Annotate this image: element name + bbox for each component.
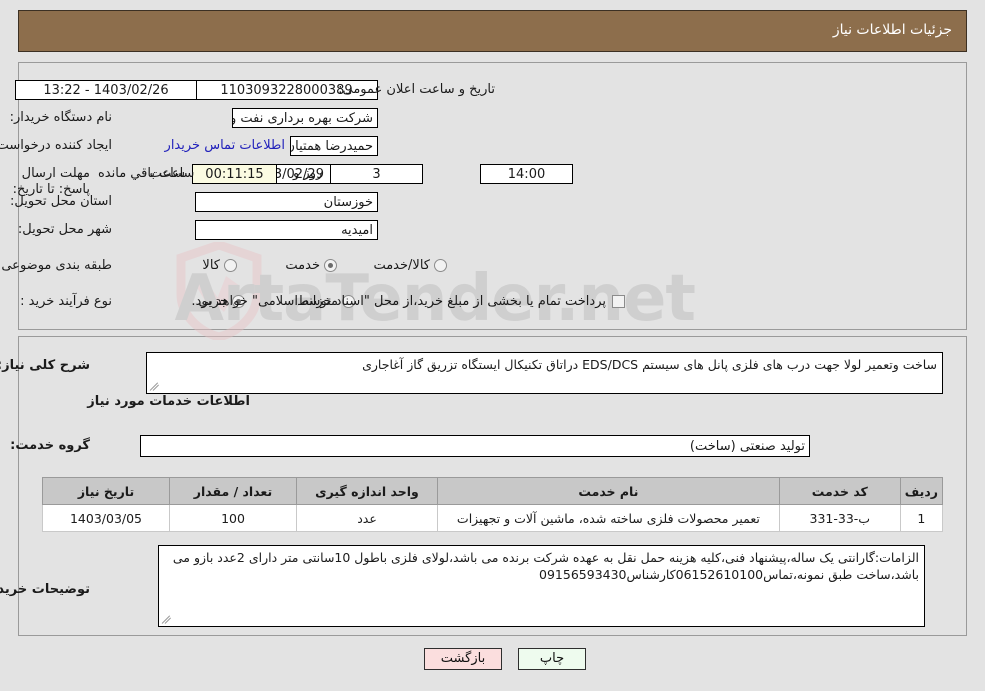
announce-datetime-label: تاریخ و ساعت اعلان عمومی: [338,82,495,97]
classification-option-kala-khedmat[interactable]: کالا/خدمت [373,258,447,273]
process-type-label: نوع فرآیند خرید : [20,294,112,309]
radio-icon[interactable] [224,259,237,272]
column-header-unit: واحد اندازه گیری [296,477,438,505]
service-group-label: گروه خدمت: [10,438,90,453]
column-header-row: ردیف [899,477,944,505]
table-header-row: ردیف کد خدمت نام خدمت واحد اندازه گیری ت… [42,477,944,505]
buyer-notes-textarea[interactable]: الزامات:گارانتی یک ساله،پیشنهاد فنی،کلیه… [158,545,925,627]
buyer-notes-text: الزامات:گارانتی یک ساله،پیشنهاد فنی،کلیه… [172,550,919,582]
classification-option-kala[interactable]: کالا [202,258,237,273]
column-header-qty: تعداد / مقدار [169,477,297,505]
need-info-panel [18,62,967,330]
treasury-docs-checkbox-row[interactable]: پرداخت تمام یا بخشی از مبلغ خرید،از محل … [191,294,625,309]
province-label: استان محل تحویل: [10,194,112,209]
column-header-code: کد خدمت [778,477,901,505]
city-label: شهر محل تحویل: [17,222,112,237]
page-title: جزئیات اطلاعات نیاز [832,22,952,38]
buyer-org-value: شرکت بهره برداری نفت و گاز اغاجاری [232,108,378,128]
table-row: 1 ب-33-331 تعمیر محصولات فلزی ساخته شده،… [42,504,944,532]
page-title-bar: جزئیات اطلاعات نیاز [18,10,967,52]
column-header-name: نام خدمت [437,477,780,505]
radio-icon[interactable] [434,259,447,272]
days-suffix-label: روز و [293,166,323,181]
description-label: شرح کلی نیاز: [0,358,90,373]
cell-qty: 100 [169,504,297,532]
checkbox-icon[interactable] [612,295,625,308]
remaining-time-value: 00:11:15 [192,164,277,184]
treasury-docs-note: پرداخت تمام یا بخشی از مبلغ خرید،از محل … [191,294,606,309]
classification-option-khedmat[interactable]: خدمت [285,258,337,273]
column-header-date: تاریخ نیاز [42,477,170,505]
service-group-value: تولید صنعتی (ساخت) [140,435,810,457]
services-table: ردیف کد خدمت نام خدمت واحد اندازه گیری ت… [42,477,944,532]
announce-datetime-value: 1403/02/26 - 13:22 [15,80,197,100]
classification-option-kala-label: کالا [202,258,220,273]
province-value: خوزستان [195,192,378,212]
description-text: ساخت وتعمیر لولا جهت درب های فلزی پانل ه… [362,357,937,372]
cell-row: 1 [899,504,944,532]
classification-label: طبقه بندی موضوعی: [0,258,112,273]
page-root: ArtaTender.net جزئیات اطلاعات نیاز شماره… [0,0,985,691]
resize-grip-icon[interactable] [161,613,173,625]
cell-code: ب-33-331 [778,504,901,532]
classification-option-kala-khedmat-label: کالا/خدمت [373,258,430,273]
buyer-notes-label: توضیحات خریدار: [0,582,90,597]
buyer-contact-link[interactable]: اطلاعات تماس خریدار [165,138,285,153]
requester-value: حمیدرضا همتیان برنامه ریز ارشد تعمیرات ش… [290,136,378,156]
radio-icon[interactable] [324,259,337,272]
resize-grip-icon[interactable] [149,380,161,392]
hour-value: 14:00 [480,164,573,184]
buyer-org-label: نام دستگاه خریدار: [9,110,112,125]
services-section-title: اطلاعات خدمات مورد نیاز [87,394,250,409]
city-value: امیدیه [195,220,378,240]
classification-option-khedmat-label: خدمت [285,258,320,273]
remaining-suffix-label: ساعت باقي مانده [98,166,195,181]
back-button[interactable]: بازگشت [424,648,502,670]
print-button[interactable]: چاپ [518,648,586,670]
cell-name: تعمیر محصولات فلزی ساخته شده، ماشین آلات… [437,504,780,532]
cell-date: 1403/03/05 [42,504,170,532]
requester-label: ایجاد کننده درخواست: [0,138,112,153]
cell-unit: عدد [296,504,438,532]
days-value: 3 [330,164,423,184]
description-textarea[interactable]: ساخت وتعمیر لولا جهت درب های فلزی پانل ه… [146,352,943,394]
